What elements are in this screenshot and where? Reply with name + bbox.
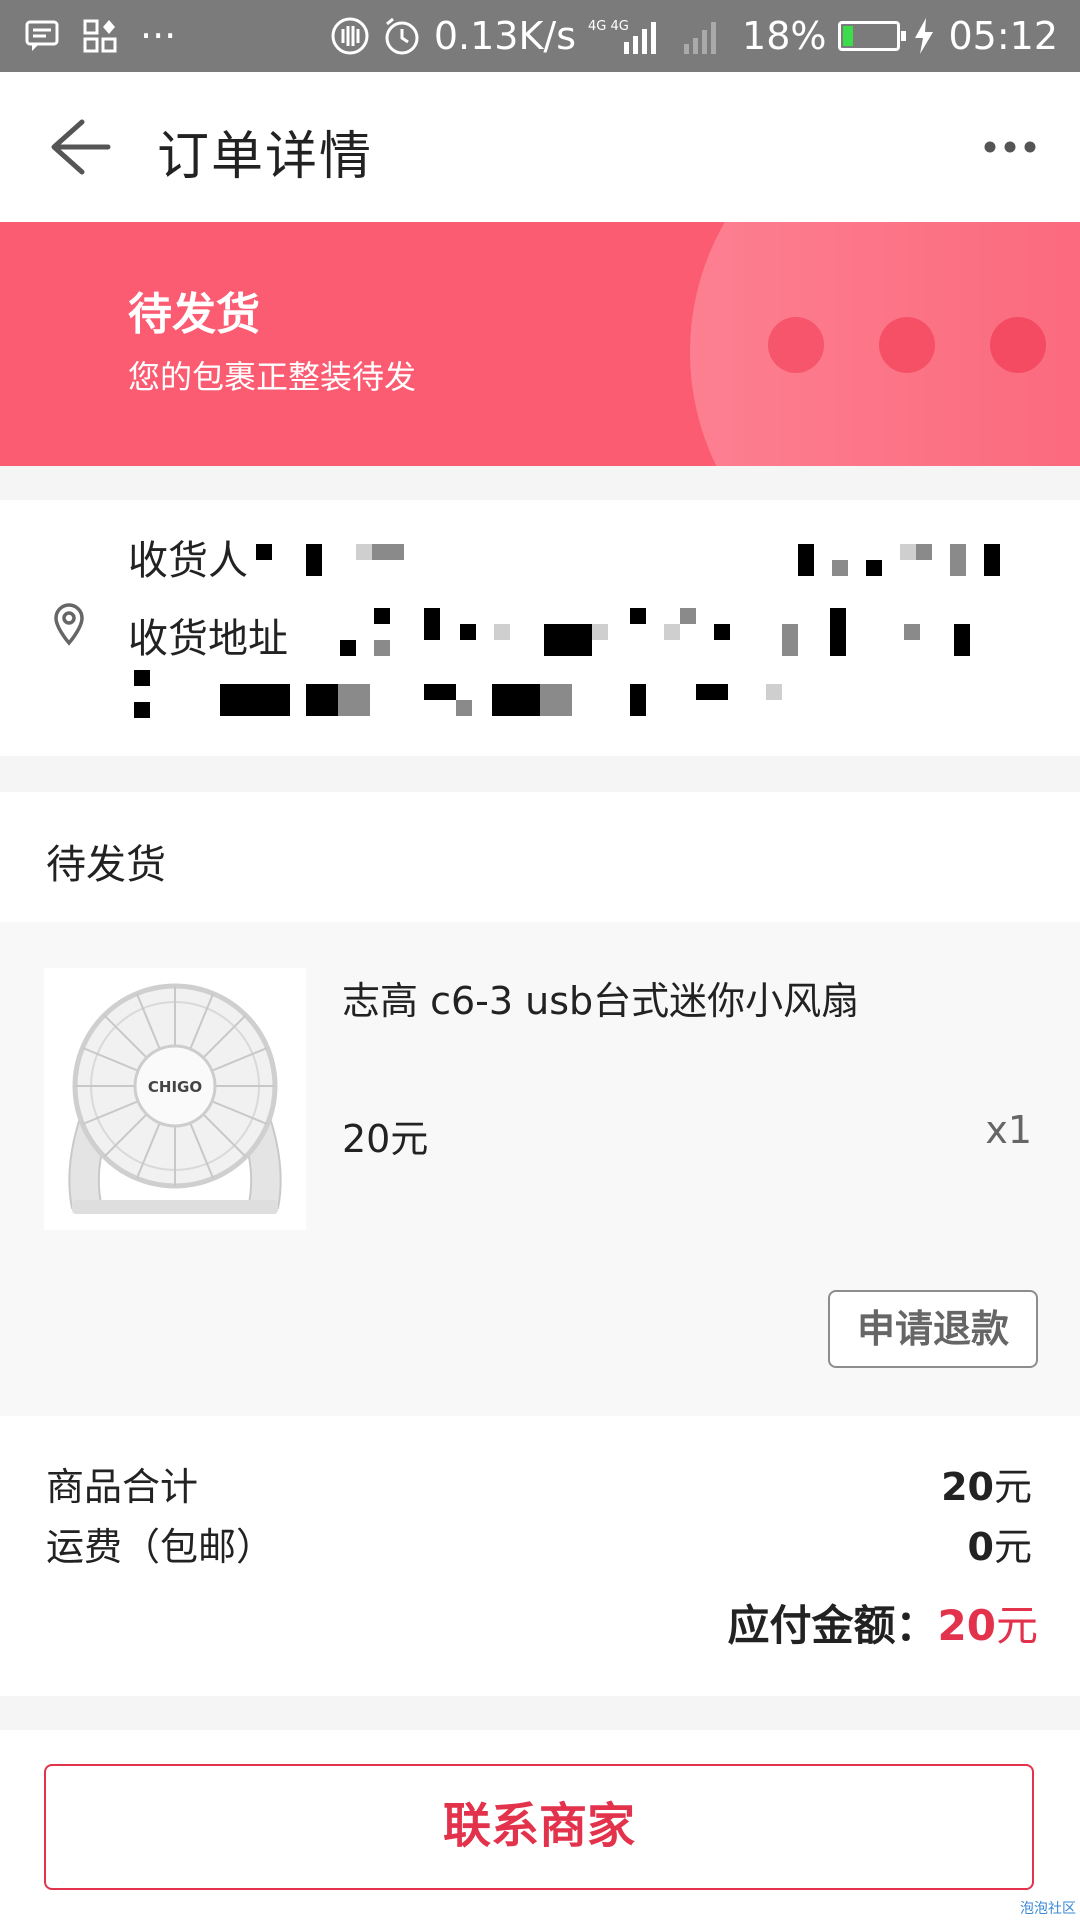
product-image[interactable]: CHIGO	[44, 968, 306, 1230]
page-title: 订单详情	[157, 127, 374, 187]
svg-text:4G 4G: 4G 4G	[588, 19, 629, 34]
product-name[interactable]: 志高 c6-3 usb台式迷你小风扇	[342, 970, 859, 1025]
battery-percent: 18%	[742, 14, 827, 58]
battery-fill	[843, 26, 854, 46]
address-label: 收货地址	[128, 616, 288, 662]
battery-icon	[838, 21, 907, 51]
contact-merchant-button[interactable]: 联系商家	[44, 1764, 1034, 1890]
progress-dot-1	[768, 317, 824, 373]
network-speed: 0.13K/s	[433, 14, 577, 58]
shipping-label: 运费（包邮）	[46, 1525, 275, 1569]
order-totals: 商品合计 20元 运费（包邮） 0元 应付金额：20元	[0, 1416, 1080, 1696]
order-status-subtitle: 您的包裹正整装待发	[128, 358, 417, 396]
charging-icon	[915, 18, 934, 54]
vibrate-icon	[331, 17, 369, 55]
subtotal-label: 商品合计	[46, 1465, 199, 1509]
status-bar-left: ···	[24, 14, 176, 58]
shipping-value: 0元	[967, 1525, 1032, 1569]
apps-icon	[83, 19, 117, 53]
status-bar: ··· 0.13K/s 4G 4G 18% 05:12	[0, 0, 1080, 72]
clock: 05:12	[948, 14, 1058, 58]
address-card[interactable]: 收货人 收货地址	[0, 500, 1080, 756]
watermark: 泡泡社区	[1020, 1901, 1076, 1917]
product-quantity: x1	[985, 1108, 1032, 1152]
signal-4g-icon: 4G 4G	[588, 19, 657, 54]
subtotal-value: 20元	[941, 1465, 1032, 1509]
alarm-icon	[385, 17, 419, 55]
progress-dot-3	[990, 317, 1046, 373]
status-bar-right: 0.13K/s 4G 4G 18% 05:12	[330, 12, 1058, 60]
product-price: 20元	[342, 1117, 429, 1161]
order-status-banner: 待发货 您的包裹正整装待发	[0, 222, 1080, 466]
more-notifications-icon: ···	[140, 14, 177, 58]
bottom-action-area: 联系商家 泡泡社区	[0, 1730, 1080, 1920]
amount-due-label: 应付金额：	[727, 1601, 938, 1650]
request-refund-button[interactable]: 申请退款	[828, 1290, 1038, 1368]
back-arrow-icon[interactable]	[44, 112, 114, 182]
message-icon	[25, 20, 59, 51]
progress-dot-2	[879, 317, 935, 373]
order-section-header: 待发货	[0, 792, 1080, 922]
app-bar: 订单详情	[0, 72, 1080, 222]
receiver-label: 收货人	[128, 538, 248, 584]
signal-weak-icon	[684, 22, 717, 54]
order-section-title: 待发货	[46, 842, 166, 888]
amount-due: 应付金额：20元	[728, 1592, 1038, 1653]
order-item[interactable]: CHIGO 志高 c6-3 usb台式迷你小风扇 20元 x1 申请退款	[0, 922, 1080, 1416]
more-options-icon[interactable]	[980, 132, 1040, 162]
location-pin-icon	[54, 603, 84, 646]
order-status-title: 待发货	[128, 289, 260, 340]
amount-due-value: 20元	[937, 1601, 1038, 1650]
svg-text:CHIGO: CHIGO	[148, 1078, 202, 1096]
